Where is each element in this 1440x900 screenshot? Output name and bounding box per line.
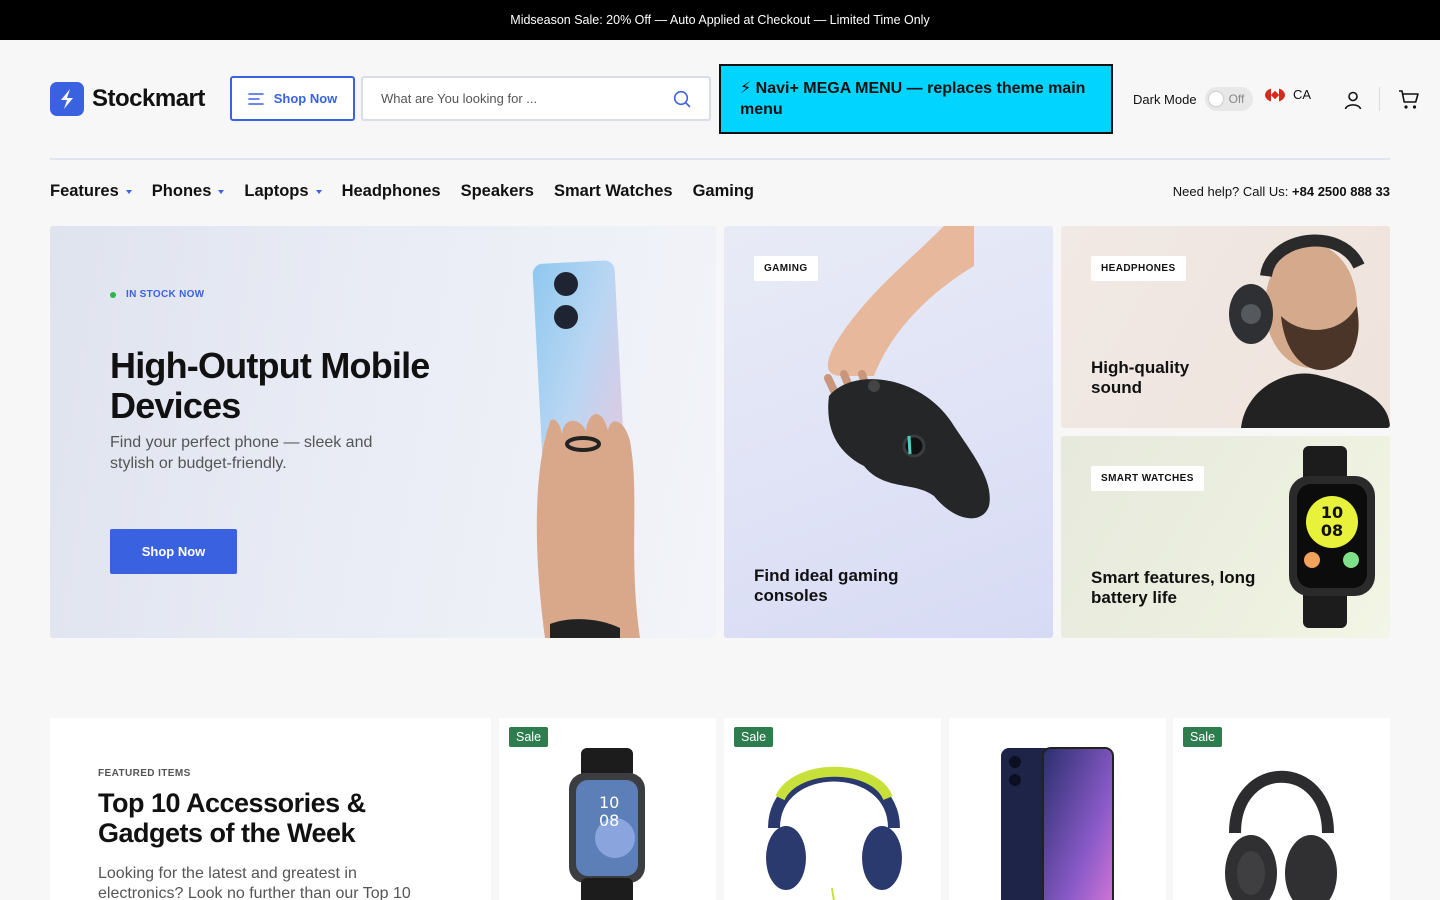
hero-title: High-Output Mobile Devices	[110, 345, 430, 426]
gaming-tag: GAMING	[754, 256, 818, 281]
nav-label: Speakers	[460, 182, 534, 200]
logo[interactable]: Stockmart	[50, 82, 205, 116]
header-separator	[50, 158, 1390, 160]
search-icon[interactable]	[673, 90, 691, 108]
hero-shop-now-button[interactable]: Shop Now	[110, 529, 237, 574]
canada-flag-icon	[1265, 87, 1285, 102]
nav-item-headphones[interactable]: Headphones	[342, 182, 441, 201]
caret-down-icon	[218, 189, 225, 194]
dark-mode-control: Dark Mode Off	[1133, 87, 1253, 111]
sale-badge: Sale	[509, 727, 549, 747]
svg-text:08: 08	[1321, 521, 1343, 540]
sale-badge: Sale	[734, 727, 774, 747]
product-card[interactable]: Sale	[1173, 718, 1390, 900]
headphones-tile-title: High-quality sound	[1091, 358, 1190, 397]
featured-title: Top 10 Accessories & Gadgets of the Week	[98, 788, 366, 848]
mega-menu-text: ⚡ Navi+ MEGA MENU — replaces theme main …	[740, 80, 1086, 118]
featured-description: Looking for the latest and greatest in e…	[98, 865, 411, 900]
help-phone-link[interactable]: +84 2500 888 33	[1292, 184, 1390, 199]
announcement-text: Midseason Sale: 20% Off — Auto Applied a…	[510, 13, 930, 27]
search-input[interactable]	[381, 91, 641, 106]
dark-mode-toggle[interactable]: Off	[1204, 87, 1253, 111]
nav-label: Smart Watches	[553, 182, 673, 200]
smartphone-product-image	[1001, 747, 1114, 900]
gaming-tile-title: Find ideal gaming consoles	[754, 566, 899, 605]
locale-code: CA	[1293, 87, 1312, 102]
header-divider	[1379, 87, 1380, 111]
locale-selector[interactable]: CA	[1265, 87, 1311, 102]
phone-in-hand-image	[532, 260, 640, 638]
dark-mode-label: Dark Mode	[1133, 91, 1197, 107]
user-account-icon[interactable]	[1343, 90, 1363, 110]
status-dot-icon	[110, 291, 116, 298]
product-card[interactable]	[949, 718, 1166, 900]
nav-item-speakers[interactable]: Speakers	[461, 182, 534, 201]
smart-watches-tag: SMART WATCHES	[1091, 466, 1204, 491]
nav-label: Headphones	[341, 182, 441, 200]
product-card[interactable]: Sale	[724, 718, 941, 900]
shop-now-label: Shop Now	[273, 91, 338, 106]
nav-label: Laptops	[244, 182, 309, 200]
menu-lines-icon	[247, 92, 264, 105]
featured-section: FEATURED ITEMS Top 10 Accessories & Gadg…	[50, 718, 491, 900]
in-stock-badge: IN STOCK NOW	[110, 289, 204, 300]
logo-text: Stockmart	[92, 85, 205, 112]
toggle-knob	[1208, 92, 1223, 106]
caret-down-icon	[315, 189, 322, 194]
help-contact: Need help? Call Us: +84 2500 888 33	[1173, 184, 1390, 199]
product-card[interactable]: 10 08 Sale	[499, 718, 716, 900]
hero-banner[interactable]: IN STOCK NOW High-Output Mobile Devices …	[50, 226, 716, 638]
help-text: Need help? Call Us:	[1172, 184, 1289, 199]
search-bar	[361, 76, 711, 121]
announcement-bar: Midseason Sale: 20% Off — Auto Applied a…	[0, 0, 1440, 40]
nav-label: Features	[50, 182, 119, 200]
smart-watches-tile[interactable]: 10 08 SMART WATCHES Smart features, long…	[1061, 436, 1390, 638]
in-stock-text: IN STOCK NOW	[126, 289, 205, 300]
nav-label: Phones	[151, 182, 212, 200]
site-header: Stockmart Shop Now ⚡ Navi+ MEGA MENU — r…	[0, 40, 1440, 158]
headphones-tag: HEADPHONES	[1091, 256, 1186, 281]
logo-icon	[50, 82, 84, 116]
svg-text:10: 10	[599, 793, 619, 812]
svg-text:10: 10	[1321, 503, 1343, 522]
gaming-tile[interactable]: GAMING Find ideal gaming consoles	[724, 226, 1053, 638]
main-nav: Features Phones Laptops Headphones Speak…	[50, 182, 754, 201]
nav-item-gaming[interactable]: Gaming	[693, 182, 754, 201]
shop-now-menu-button[interactable]: Shop Now	[230, 76, 355, 121]
nav-item-phones[interactable]: Phones	[152, 182, 225, 201]
nav-item-features[interactable]: Features	[50, 182, 132, 201]
mega-menu-banner: ⚡ Navi+ MEGA MENU — replaces theme main …	[719, 64, 1113, 134]
nav-label: Gaming	[692, 182, 755, 200]
toggle-state: Off	[1228, 92, 1245, 106]
cart-icon[interactable]	[1398, 89, 1420, 111]
headphones-tile[interactable]: HEADPHONES High-quality sound	[1061, 226, 1390, 428]
caret-down-icon	[125, 189, 132, 194]
nav-item-laptops[interactable]: Laptops	[244, 182, 322, 201]
smart-watches-tile-title: Smart features, long battery life	[1091, 568, 1256, 607]
svg-text:08: 08	[599, 811, 619, 830]
featured-label: FEATURED ITEMS	[98, 768, 191, 779]
nav-item-smart-watches[interactable]: Smart Watches	[554, 182, 673, 201]
hero-subtitle: Find your perfect phone — sleek and styl…	[110, 434, 373, 472]
sale-badge: Sale	[1183, 727, 1223, 747]
